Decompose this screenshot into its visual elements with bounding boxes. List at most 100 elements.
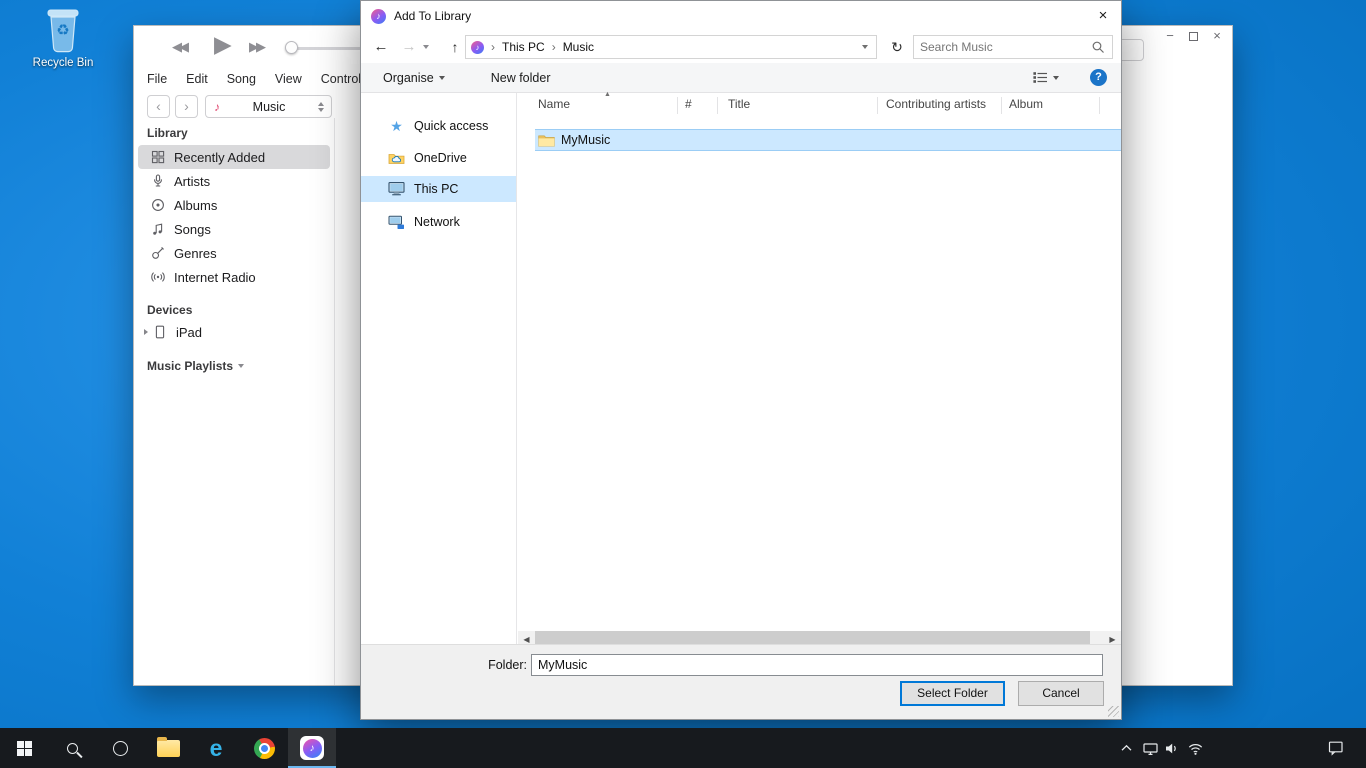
close-button[interactable]: × <box>1210 29 1224 43</box>
fast-forward-button[interactable]: ▶▶ <box>249 39 263 55</box>
up-button[interactable]: ↑ <box>443 31 467 63</box>
internet-explorer-button[interactable]: e <box>192 728 240 768</box>
sort-ascending-icon: ▲ <box>604 91 611 98</box>
sidebar-item-songs[interactable]: Songs <box>138 217 330 241</box>
itunes-icon: ♪ <box>300 736 324 760</box>
chevron-down-icon <box>238 364 244 368</box>
dialog-title: Add To Library <box>394 9 471 23</box>
play-button[interactable]: ▶ <box>214 31 232 58</box>
taskbar: e ♪ <box>0 728 1366 768</box>
file-explorer-button[interactable] <box>144 728 192 768</box>
sidebar-item-recently-added[interactable]: Recently Added <box>138 145 330 169</box>
column-header-name[interactable]: Name <box>538 97 570 111</box>
dialog-navigation-bar: ← → ↑ ♪ › This PC › Music ↻ <box>361 31 1121 63</box>
media-picker[interactable]: ♪ Music <box>205 95 332 118</box>
menu-view[interactable]: View <box>275 72 302 86</box>
guitar-icon <box>151 246 165 260</box>
tray-display-button[interactable] <box>1138 728 1162 768</box>
address-dropdown-icon[interactable] <box>862 45 868 49</box>
location-icon: ♪ <box>471 41 484 54</box>
expand-chevron-icon[interactable] <box>144 329 148 335</box>
wifi-icon <box>1188 741 1203 756</box>
address-bar[interactable]: ♪ › This PC › Music <box>465 35 877 59</box>
nav-item-quick-access[interactable]: ★ Quick access <box>361 113 516 139</box>
recent-locations-chevron-icon[interactable] <box>423 45 429 49</box>
column-divider <box>877 97 878 114</box>
chrome-button[interactable] <box>240 728 288 768</box>
maximize-button[interactable] <box>1189 32 1198 41</box>
nav-item-network[interactable]: Network <box>361 209 516 235</box>
back-button[interactable]: ← <box>369 31 393 63</box>
microphone-icon <box>151 174 165 188</box>
nav-item-label: OneDrive <box>414 151 467 165</box>
sidebar-divider <box>334 118 335 686</box>
recycle-bin-icon: ♻ <box>41 5 85 55</box>
tray-network-button[interactable] <box>1183 728 1207 768</box>
network-icon <box>388 214 405 230</box>
cortana-circle-icon <box>113 741 128 756</box>
itunes-back-button[interactable]: ‹ <box>147 95 170 118</box>
playlists-label: Music Playlists <box>147 359 233 373</box>
dialog-close-button[interactable]: × <box>1085 1 1121 31</box>
column-header-album[interactable]: Album <box>1009 97 1043 111</box>
taskbar-search-button[interactable] <box>48 728 96 768</box>
column-divider <box>1001 97 1002 114</box>
column-header-number[interactable]: # <box>685 97 692 111</box>
column-header-contributing-artists[interactable]: Contributing artists <box>886 97 986 111</box>
ipad-icon <box>153 325 167 339</box>
rewind-button[interactable]: ◀◀ <box>172 39 186 55</box>
organise-button[interactable]: Organise <box>383 71 445 85</box>
add-to-library-dialog: ♪ Add To Library × ← → ↑ ♪ › This PC › M… <box>360 0 1122 720</box>
search-input[interactable] <box>914 40 1092 54</box>
start-button[interactable] <box>0 728 48 768</box>
nav-item-onedrive[interactable]: OneDrive <box>361 145 516 171</box>
sidebar-item-genres[interactable]: Genres <box>138 241 330 265</box>
broadcast-icon <box>151 270 165 284</box>
breadcrumb-this-pc[interactable]: This PC <box>502 40 545 54</box>
select-folder-button[interactable]: Select Folder <box>900 681 1005 706</box>
view-mode-button[interactable] <box>1033 71 1059 84</box>
cancel-button[interactable]: Cancel <box>1018 681 1104 706</box>
sidebar-item-internet-radio[interactable]: Internet Radio <box>138 265 330 289</box>
navigation-pane: ★ Quick access OneDrive This PC Network <box>361 93 517 644</box>
folder-icon <box>538 134 555 147</box>
this-pc-icon <box>388 181 405 197</box>
file-list: ▲ Name # Title Contributing artists Albu… <box>518 93 1121 644</box>
column-header-title[interactable]: Title <box>728 97 750 111</box>
sidebar-item-ipad[interactable]: iPad <box>138 320 330 344</box>
volume-knob[interactable] <box>285 41 298 54</box>
menu-song[interactable]: Song <box>227 72 256 86</box>
note-icon <box>151 222 165 236</box>
action-center-button[interactable] <box>1322 728 1350 768</box>
search-box[interactable] <box>913 35 1113 59</box>
grid-icon <box>151 150 165 164</box>
itunes-forward-button[interactable]: › <box>175 95 198 118</box>
folder-name-input[interactable] <box>531 654 1103 676</box>
volume-slider[interactable] <box>289 47 365 50</box>
sidebar-item-albums[interactable]: Albums <box>138 193 330 217</box>
show-hidden-icons-button[interactable] <box>1114 728 1138 768</box>
column-divider <box>677 97 678 114</box>
menu-file[interactable]: File <box>147 72 167 86</box>
menu-edit[interactable]: Edit <box>186 72 208 86</box>
refresh-button[interactable]: ↻ <box>885 31 909 63</box>
recycle-bin-desktop-icon[interactable]: ♻ Recycle Bin <box>24 5 102 69</box>
devices-header: Devices <box>147 303 192 317</box>
new-folder-button[interactable]: New folder <box>491 71 551 85</box>
nav-item-label: This PC <box>414 182 458 196</box>
dialog-title-bar[interactable]: ♪ Add To Library × <box>361 1 1121 31</box>
help-button[interactable]: ? <box>1090 69 1107 86</box>
nav-item-this-pc[interactable]: This PC <box>361 176 516 202</box>
music-playlists-header[interactable]: Music Playlists <box>147 359 244 373</box>
forward-button[interactable]: → <box>397 31 421 63</box>
folder-icon <box>157 740 180 757</box>
breadcrumb-music[interactable]: Music <box>563 40 594 54</box>
itunes-app-icon: ♪ <box>371 9 386 24</box>
tray-volume-button[interactable] <box>1160 728 1184 768</box>
itunes-taskbar-button[interactable]: ♪ <box>288 728 336 768</box>
file-row-mymusic[interactable]: MyMusic <box>535 129 1121 151</box>
resize-grip[interactable] <box>1108 706 1119 717</box>
sidebar-item-artists[interactable]: Artists <box>138 169 330 193</box>
cortana-button[interactable] <box>96 728 144 768</box>
minimize-button[interactable]: − <box>1163 29 1177 43</box>
